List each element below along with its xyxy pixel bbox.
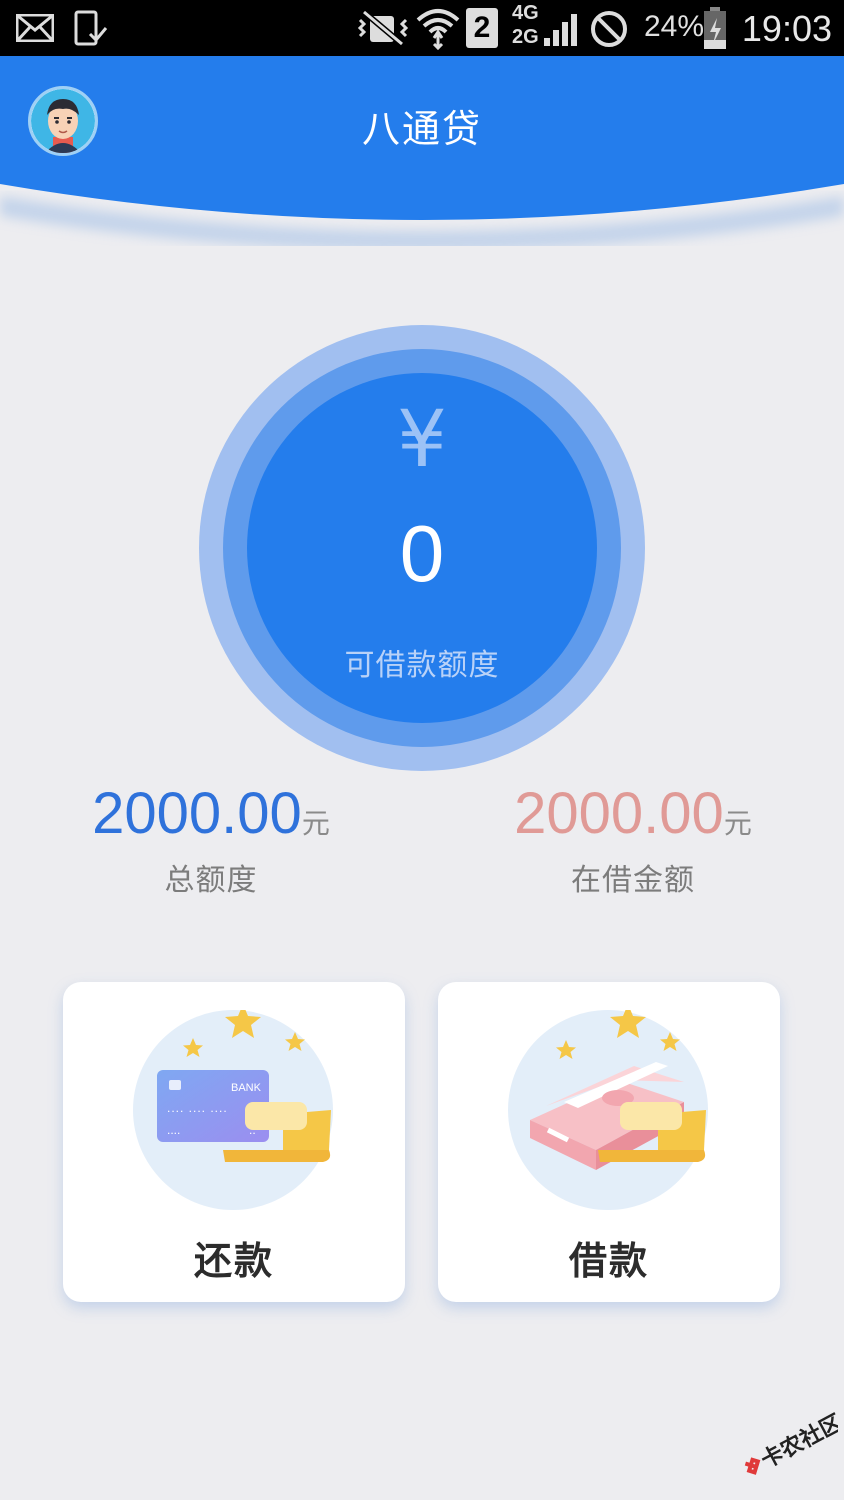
- borrow-button[interactable]: 借款: [438, 982, 780, 1302]
- wifi-icon: [416, 9, 460, 50]
- clock: 19:03: [741, 8, 832, 49]
- repay-button[interactable]: BANK .... .... .... .... .. 还款: [63, 982, 405, 1302]
- status-bar: 2 4G 2G 24% 19:03: [0, 0, 844, 56]
- svg-text:....: ....: [167, 1123, 180, 1137]
- borrowed-amount-value: 2000.00: [514, 781, 724, 846]
- svg-text:.... .... ....: .... .... ....: [167, 1101, 228, 1115]
- total-credit-stat: 2000.00元 总额度: [46, 780, 376, 899]
- page-title: 八通贷: [361, 107, 482, 151]
- network-type-bottom: 2G: [512, 26, 539, 48]
- sim-icon: 2: [466, 8, 498, 48]
- battery-percent: 24%: [644, 10, 705, 43]
- available-credit-value: 0: [399, 509, 445, 598]
- network-type-top: 4G: [512, 2, 539, 24]
- available-credit-label: 可借款额度: [344, 648, 500, 683]
- phone-download-icon: [74, 10, 108, 46]
- watermark-text: 卡农社区: [757, 1412, 838, 1474]
- card-bank-text: BANK: [231, 1082, 262, 1094]
- borrowed-amount-unit: 元: [723, 807, 752, 840]
- repay-label: 还款: [193, 1239, 274, 1283]
- bank-card-icon: BANK .... .... .... .... ..: [133, 1010, 333, 1210]
- borrow-label: 借款: [568, 1239, 649, 1283]
- borrowed-amount-label: 在借金额: [571, 863, 695, 898]
- total-credit-unit: 元: [301, 807, 330, 840]
- total-credit-label: 总额度: [164, 863, 258, 898]
- signal-icon: [544, 14, 577, 46]
- sim-slot-label: 2: [473, 11, 491, 44]
- blocked-icon: [591, 11, 627, 47]
- yen-icon: ¥: [397, 395, 447, 485]
- credit-circle: ¥ 0 可借款额度: [199, 325, 645, 771]
- vibrate-mute-icon: [357, 10, 409, 46]
- battery-icon: [704, 7, 726, 49]
- watermark: 卡农社区: [728, 1409, 844, 1482]
- borrowed-amount-stat: 2000.00元 在借金额: [468, 780, 798, 899]
- cash-stack-icon: [508, 1010, 708, 1210]
- mail-icon: [16, 14, 54, 42]
- total-credit-value: 2000.00: [92, 781, 302, 846]
